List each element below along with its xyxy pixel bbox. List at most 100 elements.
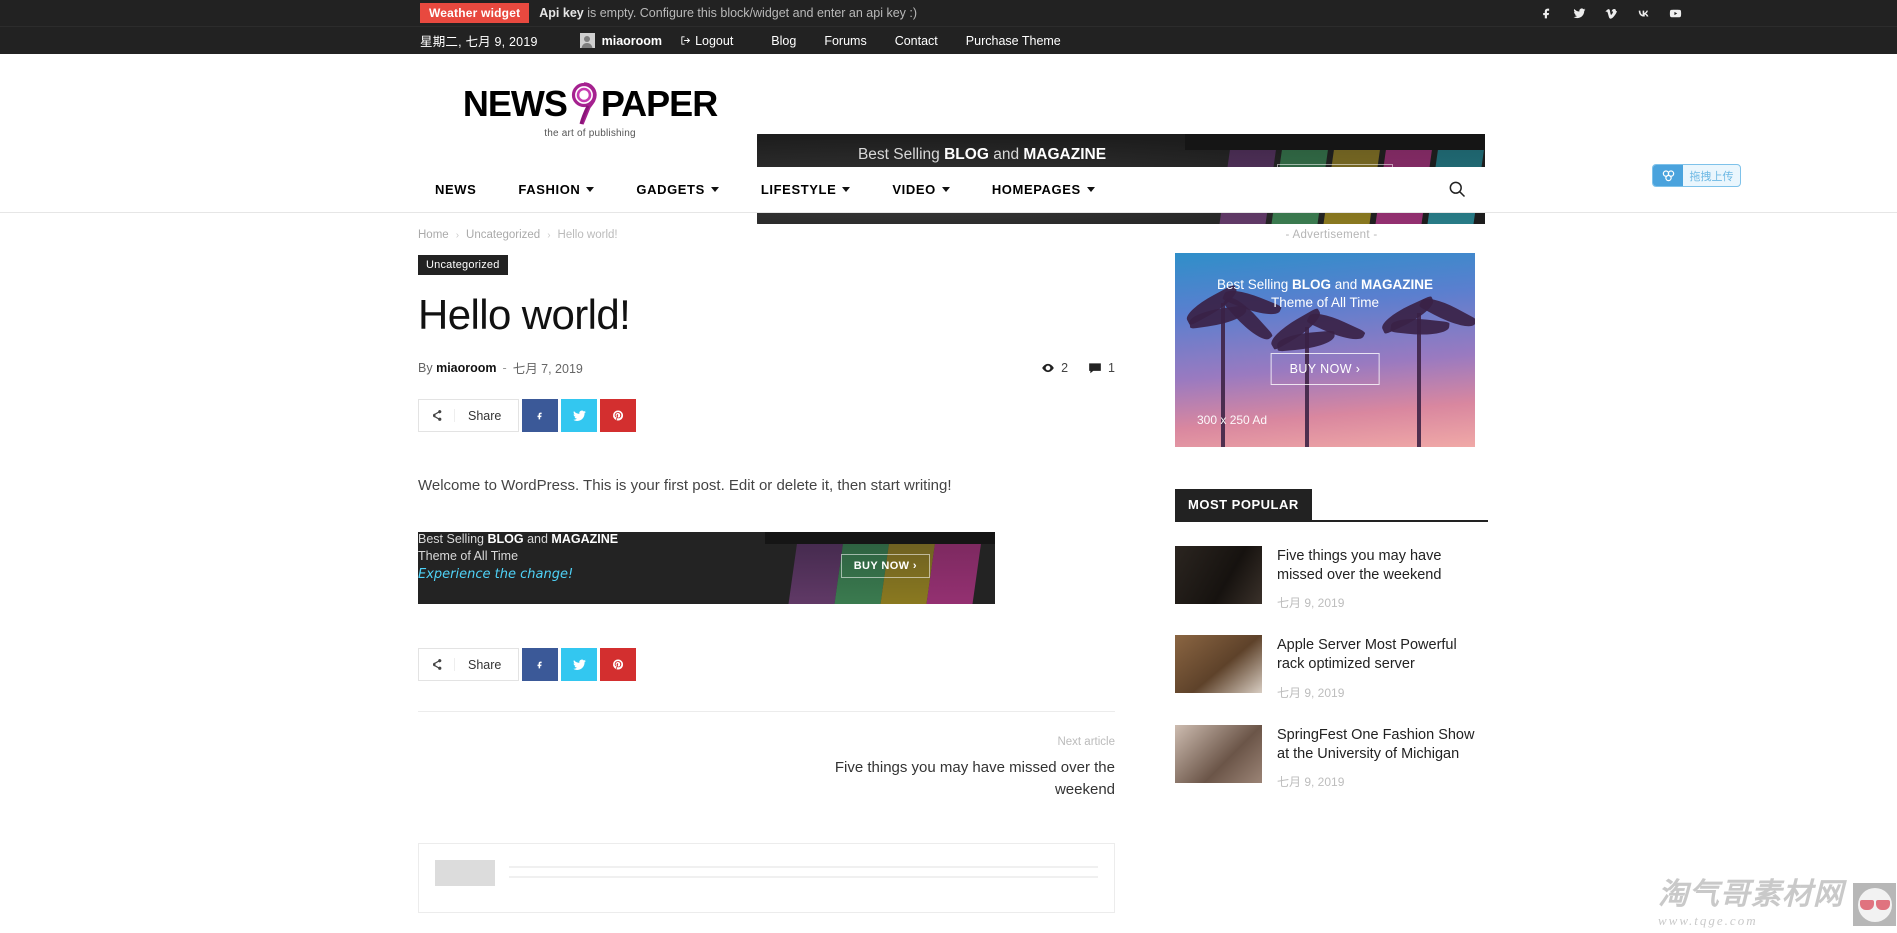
share-label-bottom: Share bbox=[455, 658, 518, 672]
share-facebook-button[interactable] bbox=[522, 399, 558, 432]
main-nav-items: NEWS FASHION GADGETS LIFESTYLE VIDEO HOM… bbox=[420, 182, 1116, 197]
youtube-icon[interactable] bbox=[1669, 7, 1682, 20]
nav-label: GADGETS bbox=[636, 182, 704, 197]
nav-item-gadgets[interactable]: GADGETS bbox=[615, 182, 739, 197]
watermark-url: www.tqge.com bbox=[1658, 913, 1844, 929]
list-item-date: 七月 9, 2019 bbox=[1277, 594, 1488, 611]
inline-ad-copy: Best Selling BLOG and MAGAZINE Theme of … bbox=[418, 532, 728, 582]
share-twitter-button[interactable] bbox=[561, 399, 597, 432]
page-root: Weather widget Api key is empty. Configu… bbox=[0, 0, 1897, 933]
nav-label: LIFESTYLE bbox=[761, 182, 836, 197]
content-divider bbox=[418, 711, 1115, 712]
list-item-title[interactable]: Apple Server Most Powerful rack optimize… bbox=[1277, 636, 1488, 674]
twitter-icon bbox=[572, 409, 587, 423]
share-facebook-button-bottom[interactable] bbox=[522, 648, 558, 681]
post-stats: 2 1 bbox=[1041, 361, 1115, 375]
share-label-pill-bottom[interactable]: Share bbox=[418, 648, 519, 681]
drag-upload-label: 拖拽上传 bbox=[1683, 165, 1740, 186]
chevron-down-icon bbox=[711, 187, 719, 192]
eye-icon bbox=[1041, 362, 1055, 374]
page-title: Hello world! bbox=[418, 292, 1115, 338]
category-badge[interactable]: Uncategorized bbox=[418, 255, 508, 275]
facebook-icon bbox=[536, 408, 545, 424]
list-item-title[interactable]: Five things you may have missed over the… bbox=[1277, 547, 1488, 585]
nav-label: HOMEPAGES bbox=[992, 182, 1081, 197]
list-item[interactable]: Apple Server Most Powerful rack optimize… bbox=[1175, 635, 1488, 700]
logout-label: Logout bbox=[695, 34, 733, 48]
chevron-down-icon bbox=[942, 187, 950, 192]
post-body: Welcome to WordPress. This is your first… bbox=[418, 474, 1115, 498]
view-count: 2 bbox=[1041, 361, 1068, 375]
current-date: 星期二, 七月 9, 2019 bbox=[420, 31, 538, 50]
inline-banner-ad[interactable]: Best Selling BLOG and MAGAZINE Theme of … bbox=[418, 532, 995, 604]
inline-ad-line1: Best Selling BLOG and MAGAZINE bbox=[418, 532, 728, 546]
list-item[interactable]: SpringFest One Fashion Show at the Unive… bbox=[1175, 725, 1488, 790]
share-bar-bottom: Share bbox=[418, 648, 1115, 681]
nav-item-lifestyle[interactable]: LIFESTYLE bbox=[740, 182, 871, 197]
drag-upload-widget[interactable]: 拖拽上传 bbox=[1652, 164, 1741, 187]
nav-item-fashion[interactable]: FASHION bbox=[497, 182, 615, 197]
sidebar-banner-ad[interactable]: Best Selling BLOG and MAGAZINE Theme of … bbox=[1175, 253, 1475, 447]
share-pinterest-button-bottom[interactable] bbox=[600, 648, 636, 681]
breadcrumb-home[interactable]: Home bbox=[418, 229, 449, 241]
twitter-icon[interactable] bbox=[1573, 7, 1586, 20]
top-utility-bar: 星期二, 七月 9, 2019 miaoroom Logout Blog For… bbox=[0, 26, 1897, 54]
next-article-title[interactable]: Five things you may have missed over the… bbox=[795, 757, 1115, 801]
share-twitter-button-bottom[interactable] bbox=[561, 648, 597, 681]
comment-count[interactable]: 1 bbox=[1088, 361, 1115, 375]
chevron-down-icon bbox=[586, 187, 594, 192]
breadcrumb-separator: › bbox=[456, 230, 459, 241]
weather-widget-notice-bar: Weather widget Api key is empty. Configu… bbox=[0, 0, 1897, 26]
inline-ad-line3: Experience the change! bbox=[418, 567, 728, 582]
list-item-title[interactable]: SpringFest One Fashion Show at the Unive… bbox=[1277, 726, 1488, 764]
top-link-purchase-theme[interactable]: Purchase Theme bbox=[966, 34, 1061, 48]
post-author-name[interactable]: miaoroom bbox=[436, 361, 496, 375]
watermark-face-icon bbox=[1853, 883, 1896, 926]
top-link-forums[interactable]: Forums bbox=[824, 34, 866, 48]
nav-label: FASHION bbox=[518, 182, 580, 197]
list-item[interactable]: Five things you may have missed over the… bbox=[1175, 546, 1488, 611]
top-link-blog[interactable]: Blog bbox=[771, 34, 796, 48]
vimeo-icon[interactable] bbox=[1605, 7, 1618, 20]
list-item-text: Apple Server Most Powerful rack optimize… bbox=[1277, 635, 1488, 700]
top-link-contact[interactable]: Contact bbox=[895, 34, 938, 48]
username-label: miaoroom bbox=[602, 34, 662, 48]
avatar bbox=[580, 33, 595, 48]
share-label: Share bbox=[455, 409, 518, 423]
inline-ad-buy-button[interactable]: BUY NOW › bbox=[841, 554, 930, 578]
logout-button[interactable]: Logout bbox=[680, 34, 733, 48]
user-account[interactable]: miaoroom bbox=[580, 33, 662, 48]
list-item-date: 七月 9, 2019 bbox=[1277, 773, 1488, 790]
site-watermark: 淘气哥素材网 www.tqge.com bbox=[1658, 880, 1896, 929]
sidebar-ad-copy: Best Selling BLOG and MAGAZINE Theme of … bbox=[1175, 277, 1475, 310]
next-article-nav[interactable]: Next article Five things you may have mi… bbox=[418, 736, 1115, 801]
nav-item-homepages[interactable]: HOMEPAGES bbox=[971, 182, 1116, 197]
twitter-icon bbox=[572, 658, 587, 672]
post-date: 七月 7, 2019 bbox=[513, 358, 583, 377]
nav-item-news[interactable]: NEWS bbox=[420, 182, 497, 197]
nav-item-video[interactable]: VIDEO bbox=[871, 182, 970, 197]
advertisement-label: - Advertisement - bbox=[1175, 229, 1488, 241]
inline-ad-line2: Theme of All Time bbox=[418, 549, 728, 563]
vk-icon[interactable] bbox=[1637, 7, 1650, 20]
logo-tagline: the art of publishing bbox=[544, 128, 635, 139]
notice-message-bold: Api key bbox=[539, 6, 583, 20]
search-button[interactable] bbox=[1447, 179, 1467, 204]
share-bar-top: Share bbox=[418, 399, 1115, 432]
content-area: Home › Uncategorized › Hello world! Unca… bbox=[418, 229, 1897, 913]
chevron-down-icon bbox=[842, 187, 850, 192]
sidebar-ad-buy-button[interactable]: BUY NOW › bbox=[1271, 353, 1380, 385]
share-label-pill[interactable]: Share bbox=[418, 399, 519, 432]
breadcrumb-category[interactable]: Uncategorized bbox=[466, 229, 540, 241]
comment-form-area[interactable] bbox=[418, 843, 1115, 913]
article-thumbnail bbox=[1175, 635, 1262, 693]
article-column: Home › Uncategorized › Hello world! Unca… bbox=[418, 229, 1115, 913]
article-thumbnail bbox=[1175, 725, 1262, 783]
sidebar-ad-line2: Theme of All Time bbox=[1175, 295, 1475, 310]
post-meta: By miaoroom - 七月 7, 2019 2 1 bbox=[418, 358, 1115, 377]
facebook-icon[interactable] bbox=[1541, 7, 1554, 20]
share-pinterest-button[interactable] bbox=[600, 399, 636, 432]
breadcrumb-separator: › bbox=[547, 230, 550, 241]
site-logo[interactable]: NEWS PAPER the art of publishing bbox=[465, 82, 715, 139]
facebook-icon bbox=[536, 657, 545, 673]
